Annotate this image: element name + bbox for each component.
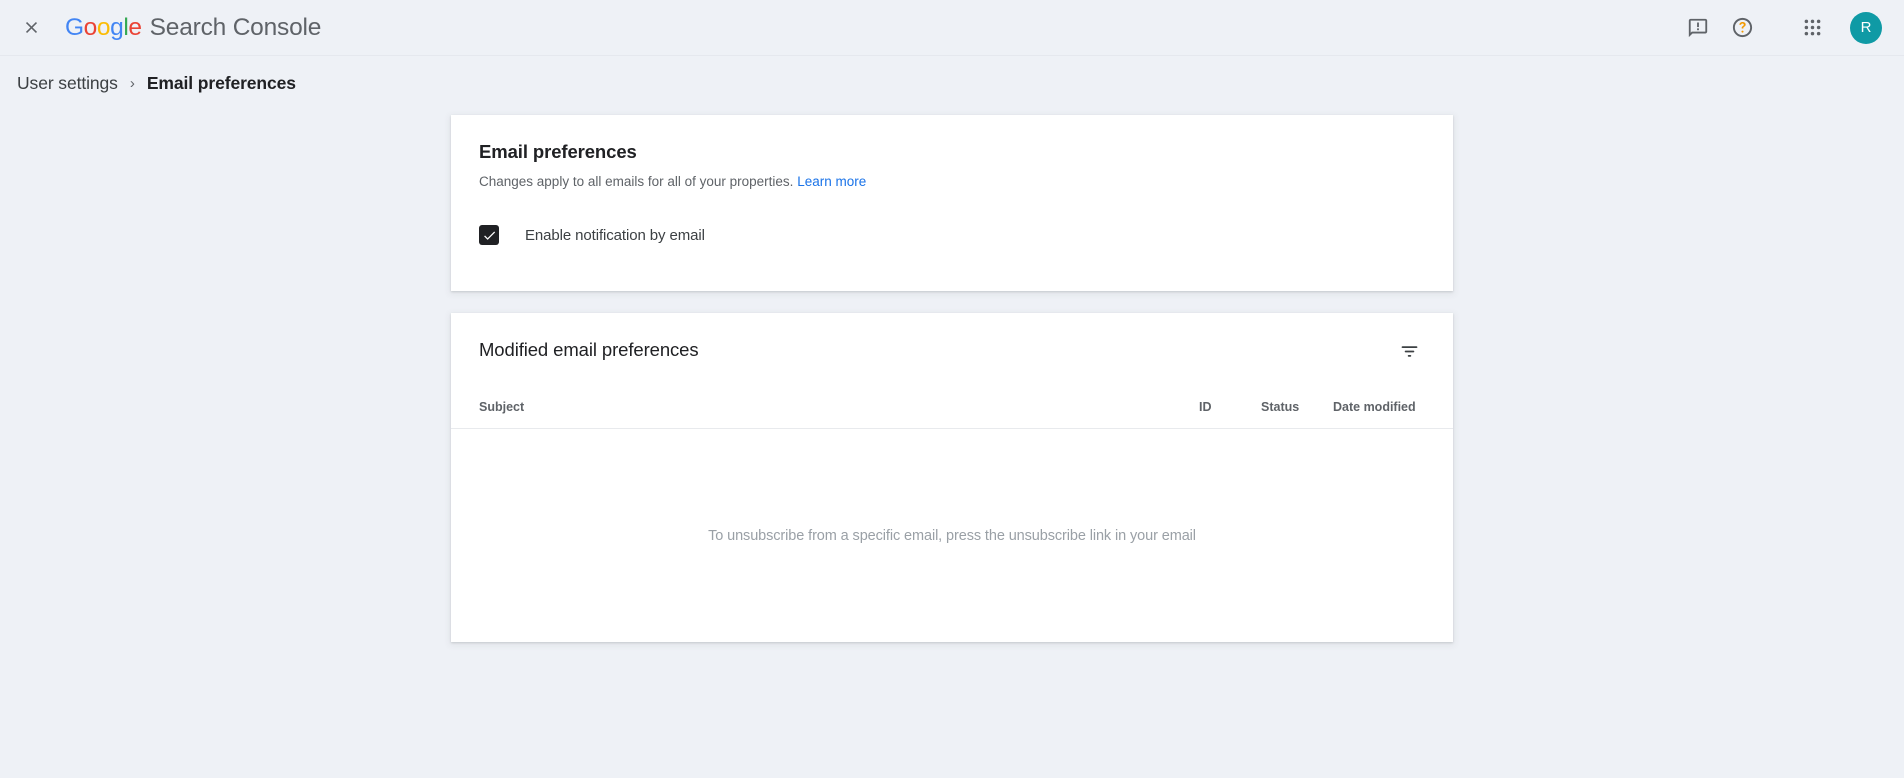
table-empty-state: To unsubscribe from a specific email, pr… — [451, 429, 1453, 642]
google-letter-o1: o — [84, 14, 97, 41]
enable-notification-label: Enable notification by email — [525, 227, 705, 244]
google-apps-button[interactable] — [1790, 6, 1834, 50]
learn-more-link[interactable]: Learn more — [797, 174, 866, 189]
close-icon — [22, 18, 41, 37]
apps-grid-icon — [1802, 17, 1823, 38]
google-letter-g2: g — [110, 14, 123, 41]
google-letter-o2: o — [97, 14, 110, 41]
breadcrumb: User settings › Email preferences — [0, 56, 1904, 110]
avatar-initial: R — [1861, 19, 1872, 36]
email-preferences-subtitle-text: Changes apply to all emails for all of y… — [479, 174, 793, 189]
email-preferences-title: Email preferences — [479, 139, 1425, 165]
checkmark-icon — [482, 228, 497, 243]
filter-button[interactable] — [1391, 333, 1427, 369]
help-button[interactable] — [1720, 6, 1764, 50]
modified-email-preferences-card: Modified email preferences Subject ID St… — [451, 313, 1453, 642]
product-name: Search Console — [150, 14, 322, 42]
enable-notification-checkbox[interactable] — [479, 225, 499, 245]
breadcrumb-item-user-settings[interactable]: User settings — [17, 73, 118, 94]
feedback-icon — [1687, 17, 1709, 39]
empty-state-message: To unsubscribe from a specific email, pr… — [708, 528, 1196, 544]
main-content: Email preferences Changes apply to all e… — [0, 110, 1904, 642]
brand-logo[interactable]: Google Search Console — [65, 14, 321, 42]
modified-preferences-header: Modified email preferences — [451, 313, 1453, 385]
enable-notification-checkbox-row[interactable]: Enable notification by email — [479, 225, 705, 245]
breadcrumb-separator-icon: › — [130, 75, 135, 92]
filter-icon — [1399, 341, 1420, 362]
header-actions: R — [1676, 6, 1886, 50]
feedback-button[interactable] — [1676, 6, 1720, 50]
email-preferences-card: Email preferences Changes apply to all e… — [451, 115, 1453, 291]
breadcrumb-item-email-preferences: Email preferences — [147, 73, 296, 94]
avatar[interactable]: R — [1850, 12, 1882, 44]
email-preferences-subtitle: Changes apply to all emails for all of y… — [479, 172, 1425, 191]
app-header: Google Search Console — [0, 0, 1904, 56]
google-wordmark: Google — [65, 14, 142, 42]
google-letter-e: e — [128, 14, 141, 41]
column-header-id[interactable]: ID — [1199, 400, 1261, 414]
close-button[interactable] — [14, 11, 48, 45]
column-header-date-modified[interactable]: Date modified — [1333, 400, 1425, 414]
column-header-subject[interactable]: Subject — [479, 400, 1199, 414]
modified-preferences-title: Modified email preferences — [479, 339, 699, 361]
table-header-row: Subject ID Status Date modified — [451, 385, 1453, 429]
help-icon — [1731, 16, 1754, 39]
column-header-status[interactable]: Status — [1261, 400, 1333, 414]
google-letter-g1: G — [65, 14, 84, 41]
